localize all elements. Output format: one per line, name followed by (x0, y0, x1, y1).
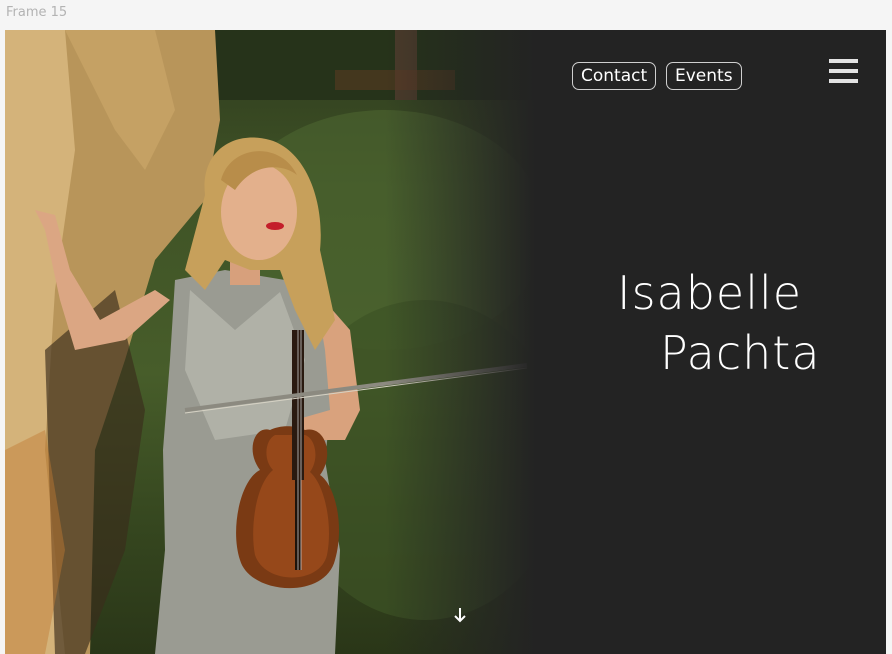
arrow-down-glyph (454, 608, 466, 623)
last-name-heading: Pachta (660, 326, 821, 380)
violinist-portrait-photo (5, 30, 535, 654)
arrow-down-icon[interactable] (453, 607, 467, 623)
photo-fade-overlay (385, 30, 535, 654)
contact-link[interactable]: Contact (572, 62, 657, 90)
menu-bar (829, 69, 858, 73)
menu-bar (829, 59, 858, 63)
first-name-heading: Isabelle (617, 266, 803, 320)
menu-bar (829, 79, 858, 83)
events-link[interactable]: Events (666, 62, 742, 90)
hamburger-menu-icon[interactable] (829, 59, 858, 83)
hero-frame: Contact Events Isabelle Pachta (5, 30, 886, 654)
frame-label: Frame 15 (6, 5, 68, 20)
